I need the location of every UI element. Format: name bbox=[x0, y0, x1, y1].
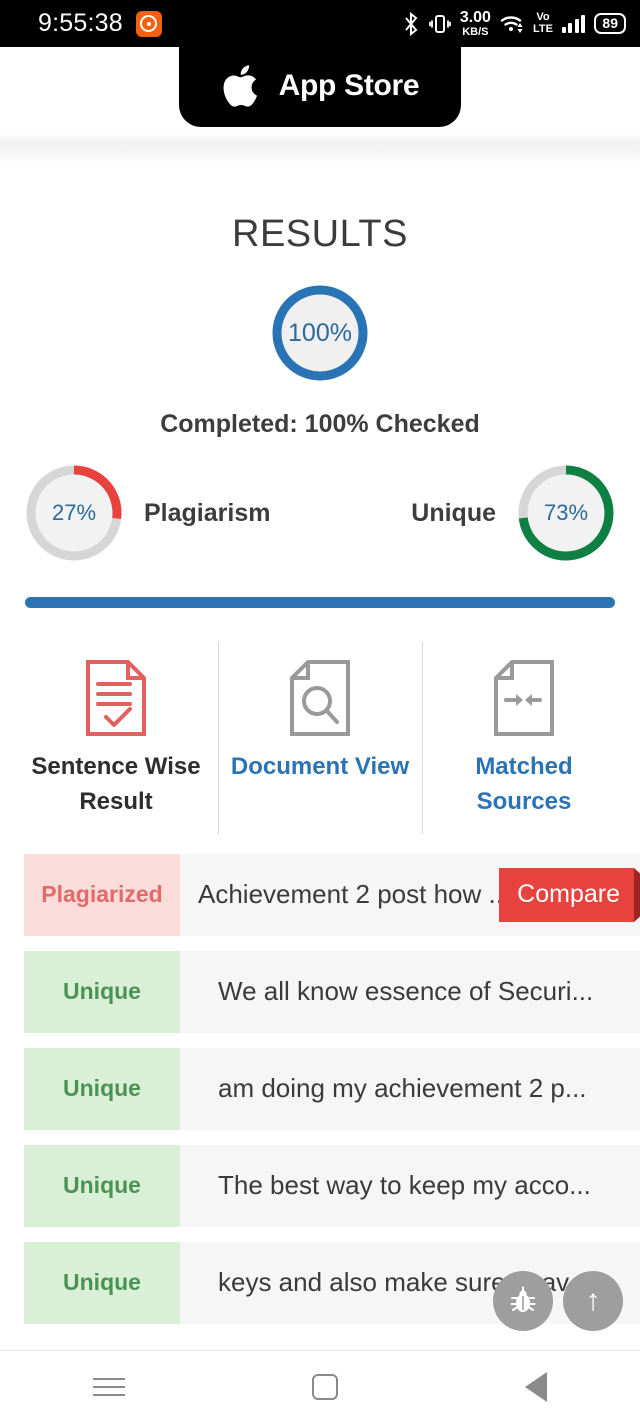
main-gauge-row: 100% bbox=[0, 281, 640, 385]
sentence-text: The best way to keep my acco... bbox=[180, 1144, 640, 1227]
sentence-text: We all know essence of Securi... bbox=[180, 950, 640, 1033]
status-badge: Plagiarized bbox=[24, 853, 180, 936]
table-row[interactable]: Unique We all know essence of Securi... bbox=[24, 950, 640, 1033]
app-store-badge[interactable]: App Store bbox=[179, 44, 461, 127]
plagiarism-summary: 27% Plagiarism bbox=[22, 461, 270, 565]
battery-indicator: 89 bbox=[594, 12, 626, 35]
tab-document-view[interactable]: Document View bbox=[218, 642, 422, 848]
status-badge: Unique bbox=[24, 1144, 180, 1227]
tab-document-view-label: Document View bbox=[230, 753, 410, 780]
table-row[interactable]: Unique The best way to keep my acco... bbox=[24, 1144, 640, 1227]
plagiarism-gauge: 27% bbox=[22, 461, 126, 565]
plagiarism-gauge-label: 27% bbox=[51, 500, 97, 525]
volte-bottom: LTE bbox=[532, 23, 553, 35]
tab-sentence-wise-result[interactable]: Sentence Wise Result bbox=[14, 642, 218, 848]
status-badge: Unique bbox=[24, 950, 180, 1033]
spacer bbox=[0, 163, 640, 209]
volte-icon: Vo LTE bbox=[533, 12, 553, 35]
status-badge: Unique bbox=[24, 1047, 180, 1130]
unique-gauge-label: 73% bbox=[543, 500, 589, 525]
signal-bars-icon bbox=[561, 14, 586, 33]
arrow-up-icon: ↑ bbox=[585, 1284, 601, 1317]
status-bar-left: 9:55:38 bbox=[38, 9, 162, 38]
wifi-icon bbox=[500, 14, 524, 34]
completion-gauge: 100% bbox=[268, 281, 372, 385]
back-triangle-icon[interactable] bbox=[524, 1371, 547, 1402]
unique-gauge: 73% bbox=[514, 461, 618, 565]
view-tabs: Sentence Wise Result Document View Match… bbox=[0, 642, 640, 848]
progress-bar bbox=[25, 597, 615, 608]
network-speed-indicator: 3.00 KB/S bbox=[459, 8, 491, 38]
tab-matched-sources[interactable]: Matched Sources bbox=[422, 642, 626, 848]
compare-button[interactable]: Compare bbox=[499, 867, 640, 922]
status-bar-right: 3.00 KB/S Vo LTE 89 bbox=[402, 8, 626, 38]
page-title: RESULTS bbox=[232, 213, 408, 255]
network-speed-value: 3.00 bbox=[459, 8, 491, 26]
status-badge: Unique bbox=[24, 1241, 180, 1324]
table-row[interactable]: Plagiarized Achievement 2 post how ... C… bbox=[24, 853, 640, 936]
home-square-icon[interactable] bbox=[311, 1373, 338, 1400]
unique-caption: Unique bbox=[411, 498, 496, 527]
compare-button-label: Compare bbox=[499, 867, 634, 922]
document-arrows-icon bbox=[488, 658, 560, 738]
system-nav-bar bbox=[0, 1350, 640, 1422]
tab-matched-sources-label: Matched Sources bbox=[475, 753, 573, 815]
volte-top: Vo bbox=[536, 11, 550, 23]
table-row[interactable]: Unique am doing my achievement 2 p... bbox=[24, 1047, 640, 1130]
arrow-right-icon bbox=[634, 867, 640, 922]
completion-gauge-label: 100% bbox=[288, 318, 352, 347]
status-bar: 9:55:38 3.00 KB/S Vo LTE 89 bbox=[0, 0, 640, 47]
tab-sentence-wise-result-label: Sentence Wise Result bbox=[31, 753, 201, 815]
vibrate-icon bbox=[428, 13, 451, 35]
hamburger-icon[interactable] bbox=[93, 1377, 126, 1396]
app-store-label: App Store bbox=[278, 68, 420, 102]
apple-logo-icon bbox=[223, 64, 257, 107]
bug-icon bbox=[510, 1286, 536, 1312]
sentence-results-list: Plagiarized Achievement 2 post how ... C… bbox=[0, 853, 640, 1324]
document-search-icon bbox=[284, 658, 356, 738]
progress-container bbox=[0, 597, 640, 608]
plagiarism-caption: Plagiarism bbox=[144, 498, 271, 527]
completed-status-text: Completed: 100% Checked bbox=[160, 410, 480, 438]
network-speed-unit: KB/S bbox=[462, 25, 489, 38]
section-divider-band bbox=[0, 133, 640, 163]
document-check-icon bbox=[80, 658, 152, 738]
summary-gauges: 27% Plagiarism Unique 73% bbox=[0, 461, 640, 565]
app-store-banner[interactable]: App Store bbox=[0, 44, 640, 133]
report-bug-fab[interactable] bbox=[493, 1271, 553, 1331]
status-clock: 9:55:38 bbox=[38, 9, 123, 37]
unique-summary: Unique 73% bbox=[411, 461, 618, 565]
bluetooth-icon bbox=[402, 11, 420, 36]
mi-circle-icon bbox=[135, 10, 162, 37]
sentence-text: am doing my achievement 2 p... bbox=[180, 1047, 640, 1130]
scroll-to-top-fab[interactable]: ↑ bbox=[563, 1271, 623, 1331]
